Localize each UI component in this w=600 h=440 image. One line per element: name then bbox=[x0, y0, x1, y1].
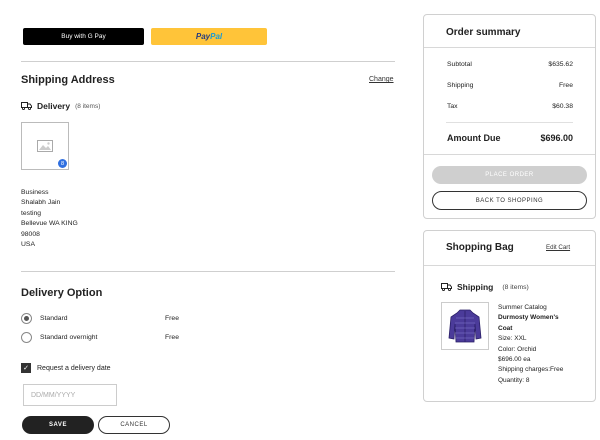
shopping-bag-title: Shopping Bag bbox=[446, 242, 514, 253]
summary-label: Tax bbox=[447, 103, 458, 110]
summary-label: Subtotal bbox=[447, 61, 472, 68]
order-summary-panel: Order summary Subtotal $635.62 Shipping … bbox=[423, 14, 596, 219]
request-delivery-date-label: Request a delivery date bbox=[37, 364, 111, 372]
order-summary-title: Order summary bbox=[446, 27, 521, 38]
amount-due-value: $696.00 bbox=[540, 133, 573, 143]
edit-cart-link[interactable]: Edit Cart bbox=[546, 244, 570, 251]
delivery-option-standard[interactable]: Standard bbox=[21, 313, 68, 324]
shopping-bag-panel: Shopping Bag Edit Cart Shipping (8 items… bbox=[423, 230, 596, 402]
item-count-badge: 8 bbox=[58, 159, 67, 168]
save-button[interactable]: SAVE bbox=[22, 416, 94, 434]
divider bbox=[424, 47, 595, 48]
jacket-icon bbox=[448, 309, 482, 343]
address-line: Shalabh Jain bbox=[21, 199, 61, 207]
checkbox-checked-icon[interactable]: ✓ bbox=[21, 363, 31, 373]
bag-shipping-label: Shipping bbox=[457, 282, 494, 292]
divider bbox=[424, 265, 595, 266]
delivery-label: Delivery bbox=[37, 101, 71, 111]
address-line: Business bbox=[21, 189, 49, 196]
paypal-logo-part2: Pal bbox=[210, 32, 223, 41]
bag-shipping-header: Shipping (8 items) bbox=[441, 282, 529, 292]
place-order-button[interactable]: PLACE ORDER bbox=[432, 166, 587, 184]
delivery-option-label: Standard overnight bbox=[40, 334, 98, 341]
delivery-item-thumbnail[interactable]: 8 bbox=[21, 122, 69, 170]
truck-icon bbox=[21, 102, 32, 110]
radio-button[interactable] bbox=[21, 332, 32, 343]
summary-row-subtotal: Subtotal $635.62 bbox=[447, 61, 573, 68]
product-price: $696.00 ea bbox=[498, 356, 531, 364]
summary-label: Shipping bbox=[447, 82, 474, 89]
delivery-item-count: (8 items) bbox=[75, 102, 101, 110]
divider bbox=[21, 271, 395, 272]
google-pay-label: Buy with G Pay bbox=[61, 33, 106, 40]
delivery-option-title: Delivery Option bbox=[21, 287, 103, 299]
radio-button-checked[interactable] bbox=[21, 313, 32, 324]
cancel-button[interactable]: CANCEL bbox=[98, 416, 170, 434]
summary-value: $60.38 bbox=[552, 103, 573, 110]
change-address-link[interactable]: Change bbox=[369, 76, 394, 83]
address-line: testing bbox=[21, 209, 42, 217]
delivery-header: Delivery (8 items) bbox=[21, 101, 100, 111]
product-size: Size: XXL bbox=[498, 335, 527, 343]
summary-value: Free bbox=[559, 82, 573, 89]
summary-row-tax: Tax $60.38 bbox=[447, 103, 573, 110]
request-delivery-date-checkbox-row[interactable]: ✓ Request a delivery date bbox=[21, 363, 111, 373]
divider bbox=[424, 154, 595, 155]
delivery-option-price: Free bbox=[165, 315, 179, 322]
google-pay-button[interactable]: Buy with G Pay bbox=[23, 28, 144, 45]
bag-item-count: (8 items) bbox=[502, 283, 529, 291]
product-details: Summer Catalog Durmosty Women's Coat Siz… bbox=[498, 303, 563, 386]
product-name[interactable]: Coat bbox=[498, 324, 563, 334]
shipping-address-block: Business Shalabh Jain testing Bellevue W… bbox=[21, 188, 78, 250]
paypal-logo-part1: Pay bbox=[195, 32, 211, 41]
delivery-option-label: Standard bbox=[40, 315, 68, 322]
product-image[interactable] bbox=[441, 302, 489, 350]
summary-row-shipping: Shipping Free bbox=[447, 82, 573, 89]
delivery-option-price: Free bbox=[165, 334, 179, 341]
divider bbox=[446, 122, 573, 123]
product-shipping-charges: Shipping charges:Free bbox=[498, 366, 564, 374]
delivery-date-input[interactable]: DD/MM/YYYY bbox=[23, 384, 117, 406]
divider bbox=[21, 61, 395, 62]
address-line: USA bbox=[21, 241, 35, 249]
product-catalog: Summer Catalog bbox=[498, 304, 547, 311]
product-name[interactable]: Durmosty Women's bbox=[498, 313, 563, 323]
summary-value: $635.62 bbox=[548, 61, 573, 68]
paypal-button[interactable]: Pay Pal bbox=[151, 28, 267, 45]
summary-row-total: Amount Due $696.00 bbox=[447, 133, 573, 143]
truck-icon bbox=[441, 283, 452, 291]
image-placeholder-icon bbox=[37, 140, 53, 152]
amount-due-label: Amount Due bbox=[447, 133, 501, 143]
delivery-option-overnight[interactable]: Standard overnight bbox=[21, 332, 97, 343]
product-quantity: Quantity: 8 bbox=[498, 376, 530, 384]
address-line: Bellevue WA KING bbox=[21, 220, 78, 228]
back-to-shopping-button[interactable]: BACK TO SHOPPING bbox=[432, 191, 587, 210]
product-color: Color: Orchid bbox=[498, 345, 537, 353]
shipping-address-title: Shipping Address bbox=[21, 74, 115, 86]
address-line: 98008 bbox=[21, 230, 40, 238]
